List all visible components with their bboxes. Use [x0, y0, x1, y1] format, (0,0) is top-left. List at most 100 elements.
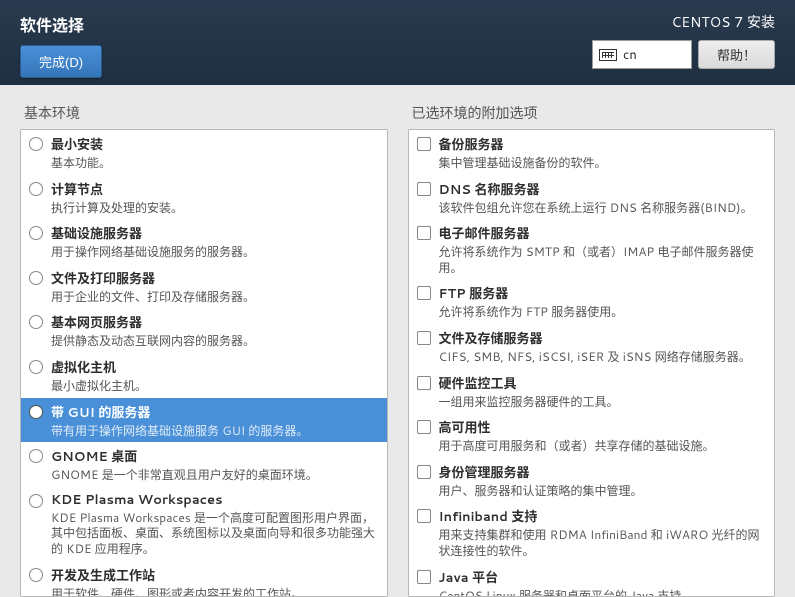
env-item-text: 基础设施服务器用于操作网络基础设施服务的服务器。 — [51, 223, 379, 260]
env-item[interactable]: 带 GUI 的服务器带有用于操作网络基础设施服务 GUI 的服务器。 — [21, 398, 387, 443]
env-item-desc: 带有用于操作网络基础设施服务 GUI 的服务器。 — [51, 423, 379, 439]
env-item-text: KDE Plasma WorkspacesKDE Plasma Workspac… — [51, 491, 379, 557]
addon-item-desc: 允许将系统作为 FTP 服务器使用。 — [439, 304, 767, 320]
addon-item-desc: 用来支持集群和使用 RDMA InfiniBand 和 iWARO 光纤的网状连… — [439, 527, 767, 558]
radio-icon[interactable] — [29, 226, 43, 240]
base-env-list[interactable]: 最小安装基本功能。计算节点执行计算及处理的安装。基础设施服务器用于操作网络基础设… — [20, 129, 388, 597]
addon-item-text: Infiniband 支持用来支持集群和使用 RDMA InfiniBand 和… — [439, 506, 767, 558]
env-item-desc: KDE Plasma Workspaces 是一个高度可配置图形用户界面，其中包… — [51, 510, 379, 557]
env-item-name: 虚拟化主机 — [51, 357, 379, 377]
addon-item-desc: CentOS Linux 服务器和桌面平台的 Java 支持。 — [439, 588, 767, 597]
addon-item-text: 高可用性用于高度可用服务和（或者）共享存储的基础设施。 — [439, 417, 767, 454]
env-item[interactable]: 开发及生成工作站用于软件、硬件、图形或者内容开发的工作站。 — [21, 561, 387, 597]
checkbox-icon[interactable] — [417, 286, 431, 300]
addon-item-text: 电子邮件服务器允许将系统作为 SMTP 和（或者）IMAP 电子邮件服务器使用。 — [439, 223, 767, 275]
radio-icon[interactable] — [29, 137, 43, 151]
env-item-text: 计算节点执行计算及处理的安装。 — [51, 179, 379, 216]
base-env-heading: 基本环境 — [20, 103, 388, 123]
env-item[interactable]: 基本网页服务器提供静态及动态互联网内容的服务器。 — [21, 308, 387, 353]
env-item[interactable]: 虚拟化主机最小虚拟化主机。 — [21, 353, 387, 398]
page-title: 软件选择 — [20, 12, 102, 37]
addon-item-name: Infiniband 支持 — [439, 506, 767, 526]
env-item[interactable]: GNOME 桌面GNOME 是一个非常直观且用户友好的桌面环境。 — [21, 442, 387, 487]
env-item-name: 开发及生成工作站 — [51, 565, 379, 585]
addon-item-desc: 用于高度可用服务和（或者）共享存储的基础设施。 — [439, 438, 767, 454]
env-item-desc: 基本功能。 — [51, 155, 379, 171]
env-item-name: 文件及打印服务器 — [51, 268, 379, 288]
env-item[interactable]: 文件及打印服务器用于企业的文件、打印及存储服务器。 — [21, 264, 387, 309]
env-item-desc: 执行计算及处理的安装。 — [51, 200, 379, 216]
radio-icon[interactable] — [29, 568, 43, 582]
checkbox-icon[interactable] — [417, 331, 431, 345]
env-item-desc: 用于操作网络基础设施服务的服务器。 — [51, 244, 379, 260]
addon-item-desc: 用户、服务器和认证策略的集中管理。 — [439, 483, 767, 499]
addon-item-name: DNS 名称服务器 — [439, 179, 767, 199]
addon-item[interactable]: Java 平台CentOS Linux 服务器和桌面平台的 Java 支持。 — [409, 563, 775, 597]
addon-item-desc: 一组用来监控服务器硬件的工具。 — [439, 394, 767, 410]
addon-item[interactable]: 电子邮件服务器允许将系统作为 SMTP 和（或者）IMAP 电子邮件服务器使用。 — [409, 219, 775, 279]
checkbox-icon[interactable] — [417, 570, 431, 584]
checkbox-icon[interactable] — [417, 465, 431, 479]
addon-item-name: 电子邮件服务器 — [439, 223, 767, 243]
addon-item[interactable]: Infiniband 支持用来支持集群和使用 RDMA InfiniBand 和… — [409, 502, 775, 562]
env-item-text: 开发及生成工作站用于软件、硬件、图形或者内容开发的工作站。 — [51, 565, 379, 597]
addon-item-name: 备份服务器 — [439, 134, 767, 154]
addon-item[interactable]: FTP 服务器允许将系统作为 FTP 服务器使用。 — [409, 279, 775, 324]
keyboard-layout-selector[interactable]: cn — [592, 40, 692, 69]
keyboard-layout-label: cn — [623, 46, 637, 64]
addon-list[interactable]: 备份服务器集中管理基础设施备份的软件。 DNS 名称服务器该软件包组允许您在系统上… — [408, 129, 776, 597]
env-item-text: 基本网页服务器提供静态及动态互联网内容的服务器。 — [51, 312, 379, 349]
checkbox-icon[interactable] — [417, 182, 431, 196]
header-left: 软件选择 完成(D) — [20, 12, 102, 78]
addon-item[interactable]: 身份管理服务器用户、服务器和认证策略的集中管理。 — [409, 458, 775, 503]
addon-item-text: 硬件监控工具一组用来监控服务器硬件的工具。 — [439, 373, 767, 410]
env-item-text: GNOME 桌面GNOME 是一个非常直观且用户友好的桌面环境。 — [51, 446, 379, 483]
addon-item[interactable]: DNS 名称服务器该软件包组允许您在系统上运行 DNS 名称服务器(BIND)。 — [409, 175, 775, 220]
addon-column: 已选环境的附加选项 备份服务器集中管理基础设施备份的软件。 DNS 名称服务器该软… — [408, 103, 776, 597]
radio-icon[interactable] — [29, 494, 43, 508]
addon-item-name: 身份管理服务器 — [439, 462, 767, 482]
install-title: CENTOS 7 安装 — [592, 12, 775, 32]
radio-icon[interactable] — [29, 405, 43, 419]
env-item[interactable]: 计算节点执行计算及处理的安装。 — [21, 175, 387, 220]
checkbox-icon[interactable] — [417, 509, 431, 523]
env-item-desc: 用于企业的文件、打印及存储服务器。 — [51, 289, 379, 305]
radio-icon[interactable] — [29, 449, 43, 463]
addon-item[interactable]: 备份服务器集中管理基础设施备份的软件。 — [409, 130, 775, 175]
help-button[interactable]: 帮助！ — [698, 40, 775, 69]
env-item-name: KDE Plasma Workspaces — [51, 491, 379, 509]
env-item-name: 计算节点 — [51, 179, 379, 199]
addon-item-text: Java 平台CentOS Linux 服务器和桌面平台的 Java 支持。 — [439, 567, 767, 597]
header-controls: cn 帮助！ — [592, 40, 775, 69]
addon-item-text: 备份服务器集中管理基础设施备份的软件。 — [439, 134, 767, 171]
radio-icon[interactable] — [29, 360, 43, 374]
keyboard-icon — [599, 49, 617, 61]
radio-icon[interactable] — [29, 315, 43, 329]
env-item-desc: 用于软件、硬件、图形或者内容开发的工作站。 — [51, 586, 379, 597]
env-item[interactable]: KDE Plasma WorkspacesKDE Plasma Workspac… — [21, 487, 387, 561]
checkbox-icon[interactable] — [417, 137, 431, 151]
addon-item[interactable]: 文件及存储服务器CIFS, SMB, NFS, iSCSI, iSER 及 iS… — [409, 324, 775, 369]
addon-item-name: 高可用性 — [439, 417, 767, 437]
radio-icon[interactable] — [29, 271, 43, 285]
addon-item-name: 文件及存储服务器 — [439, 328, 767, 348]
addon-item-text: 身份管理服务器用户、服务器和认证策略的集中管理。 — [439, 462, 767, 499]
addon-heading: 已选环境的附加选项 — [408, 103, 776, 123]
env-item[interactable]: 最小安装基本功能。 — [21, 130, 387, 175]
addon-item-name: 硬件监控工具 — [439, 373, 767, 393]
checkbox-icon[interactable] — [417, 376, 431, 390]
radio-icon[interactable] — [29, 182, 43, 196]
done-button[interactable]: 完成(D) — [20, 45, 102, 78]
addon-item-desc: 集中管理基础设施备份的软件。 — [439, 155, 767, 171]
addon-item[interactable]: 硬件监控工具一组用来监控服务器硬件的工具。 — [409, 369, 775, 414]
env-item[interactable]: 基础设施服务器用于操作网络基础设施服务的服务器。 — [21, 219, 387, 264]
env-item-name: 基本网页服务器 — [51, 312, 379, 332]
checkbox-icon[interactable] — [417, 226, 431, 240]
addon-item-text: 文件及存储服务器CIFS, SMB, NFS, iSCSI, iSER 及 iS… — [439, 328, 767, 365]
env-item-desc: 提供静态及动态互联网内容的服务器。 — [51, 333, 379, 349]
addon-item-name: Java 平台 — [439, 567, 767, 587]
checkbox-icon[interactable] — [417, 420, 431, 434]
header: 软件选择 完成(D) CENTOS 7 安装 cn 帮助！ — [0, 0, 795, 85]
addon-item[interactable]: 高可用性用于高度可用服务和（或者）共享存储的基础设施。 — [409, 413, 775, 458]
env-item-name: 带 GUI 的服务器 — [51, 402, 379, 422]
